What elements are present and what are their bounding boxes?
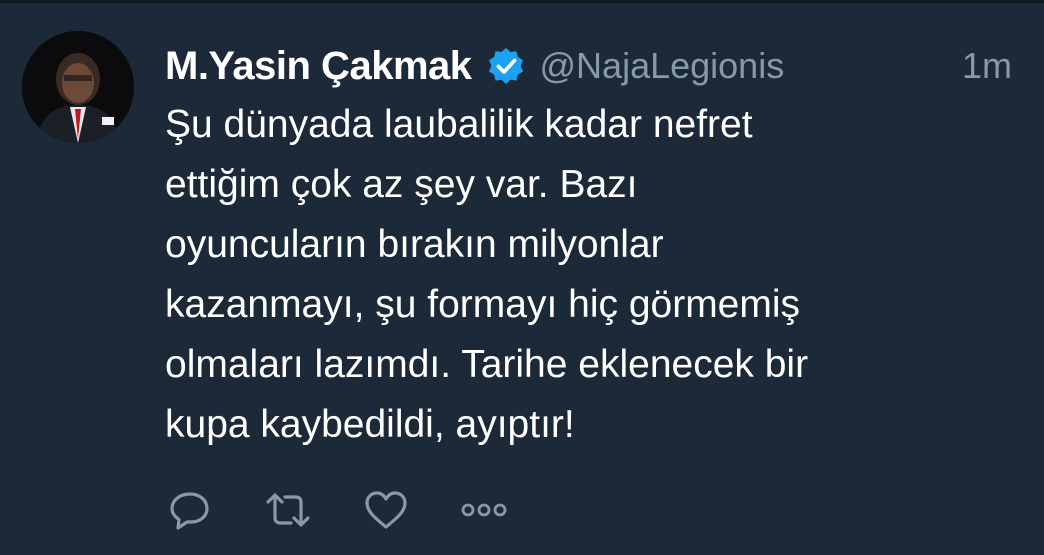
more-button[interactable]: [459, 485, 509, 535]
retweet-icon: [266, 493, 310, 527]
avatar-image: [22, 31, 134, 143]
verified-badge-icon: [486, 46, 526, 86]
tweet-text-line: kupa kaybedildi, ayıptır!: [165, 403, 575, 446]
tweet-text-line: kazanmayı, şu formayı hiç görmemiş: [165, 283, 801, 326]
tweet-text-line: olmaları lazımdı. Tarihe eklenecek bir: [165, 343, 809, 386]
like-icon: [365, 491, 407, 529]
tweet-card: M.Yasin Çakmak @NajaLegionis 1m Şu dünya…: [0, 3, 1044, 555]
display-name[interactable]: M.Yasin Çakmak: [165, 44, 472, 89]
retweet-button[interactable]: [263, 485, 313, 535]
tweet-text-line: Şu dünyada laubalilik kadar nefret: [165, 103, 753, 146]
reply-button[interactable]: [165, 485, 215, 535]
tweet-text-line: ettiğim çok az şey var. Bazı: [165, 163, 638, 206]
tweet-text: Şu dünyada laubalilik kadar nefret ettiğ…: [165, 95, 1015, 455]
tweet-text-line: oyuncuların bırakın milyonlar: [165, 223, 664, 266]
tweet-header: M.Yasin Çakmak @NajaLegionis: [165, 41, 784, 91]
tweet-actions: [165, 485, 557, 535]
like-button[interactable]: [361, 485, 411, 535]
user-handle[interactable]: @NajaLegionis: [540, 45, 785, 87]
reply-icon: [170, 492, 209, 530]
tweet-timestamp[interactable]: 1m: [962, 45, 1012, 87]
more-icon: [461, 503, 507, 517]
avatar[interactable]: [22, 31, 134, 143]
